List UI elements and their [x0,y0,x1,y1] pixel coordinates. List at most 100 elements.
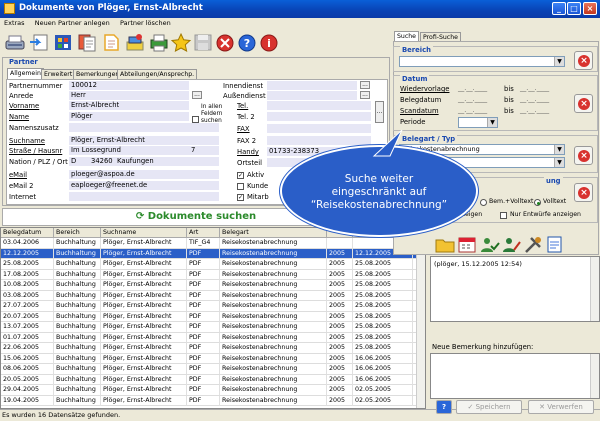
help-icon[interactable]: ? [236,32,258,53]
table-cell: Reisekostenabrechnung [220,322,327,332]
tools-icon[interactable] [522,234,544,255]
notes-toolbar [432,234,600,254]
notes-scrollbar[interactable] [590,257,599,321]
wiedervorlage-to[interactable]: __.__.____ [520,85,549,92]
table-row[interactable]: 27.07.2005 Buchhaltung Plöger, Ernst-Albre… [1,301,417,312]
field-fax[interactable] [267,124,371,133]
checkbox-alle-felder[interactable] [192,116,199,123]
field-aussendienst[interactable] [267,91,357,100]
stack-icon[interactable] [124,32,146,53]
delete-icon[interactable] [214,32,236,53]
field-internet[interactable] [69,192,219,201]
table-row[interactable]: 25.08.2005 Buchhaltung Plöger, Ernst-Albre… [1,259,417,270]
table-row[interactable]: 22.06.2005 Buchhaltung Plöger, Ernst-Albre… [1,343,417,354]
label-vorname: Vorname [9,102,40,110]
value-nation: D [71,157,77,165]
menu-partner-loeschen[interactable]: Partner löschen [116,18,175,29]
volltext-clear-button[interactable]: × [574,183,593,202]
tab-erweitert[interactable]: Erweitert [41,69,76,79]
help-icon[interactable]: ? [436,400,452,414]
field-tel2[interactable] [267,112,371,121]
favorite-star-icon[interactable] [170,32,192,53]
datum-clear-button[interactable]: × [574,94,593,113]
checkbox-kunde[interactable] [237,183,244,190]
innendienst-more-button[interactable]: ... [360,81,370,89]
grid-scrollbar[interactable] [416,228,425,408]
table-row[interactable]: 20.05.2005 Buchhaltung Plöger, Ernst-Albre… [1,374,417,385]
scandatum-to[interactable]: __.__.____ [520,107,549,114]
folder-icon[interactable] [434,234,456,255]
grid-column-header[interactable]: Suchname [101,228,187,238]
menu-neuen-partner[interactable]: Neuen Partner anlegen [31,18,114,29]
radio-bem-volltext[interactable] [480,199,487,206]
checkbox-mitarb[interactable]: ✓ [237,194,244,201]
print-icon[interactable] [148,32,170,53]
table-cell: Reisekostenabrechnung [220,269,327,280]
radio-volltext[interactable] [534,199,541,206]
menu-extras[interactable]: Extras [0,18,29,29]
table-row[interactable]: 03.08.2005 Buchhaltung Plöger, Ernst-Albre… [1,290,417,301]
user-check-icon[interactable] [478,234,500,255]
checkbox-aktiv[interactable]: ✓ [237,172,244,179]
table-cell: PDF [187,353,220,364]
grid-column-header[interactable]: Belegart [220,228,327,238]
field-namenszusatz[interactable] [69,123,219,132]
save-icon[interactable] [192,32,214,53]
document-edit-icon[interactable] [544,234,566,255]
grid-column-header[interactable]: Art [187,228,220,238]
belegart-clear-button[interactable]: × [574,146,593,165]
periode-dropdown[interactable]: ▼ [458,117,498,128]
table-row[interactable]: 08.06.2005 Buchhaltung Plöger, Ernst-Albre… [1,364,417,375]
grid-column-header[interactable]: Bereich [54,228,101,238]
maximize-button[interactable]: □ [567,2,581,15]
speichern-button[interactable]: ✓ Speichern [456,400,522,414]
table-row[interactable]: 19.04.2005 Buchhaltung Plöger, Ernst-Albre… [1,395,417,406]
label-tel: Tel. [237,102,249,110]
field-tel[interactable] [267,101,371,110]
table-row[interactable]: 10.08.2005 Buchhaltung Plöger, Ernst-Albre… [1,280,417,291]
new-note-scrollbar[interactable] [590,354,599,398]
close-button[interactable]: × [583,2,597,15]
bereich-dropdown[interactable]: ▼ [399,56,565,67]
new-note-input[interactable] [430,353,600,399]
table-cell: Plöger, Ernst-Albrecht [101,280,187,290]
field-anrede[interactable] [69,91,189,100]
table-row[interactable]: 29.04.2005 Buchhaltung Plöger, Ernst-Albre… [1,385,417,396]
table-row[interactable]: 17.08.2005 Buchhaltung Plöger, Ernst-Albre… [1,269,417,280]
user-edit-icon[interactable] [500,234,522,255]
tab-allgemein[interactable]: Allgemein [7,68,44,79]
table-row[interactable]: 15.06.2005 Buchhaltung Plöger, Ernst-Albre… [1,353,417,364]
label-aussendienst: Außendienst [223,92,266,100]
tab-bemerkungen[interactable]: Bemerkungen [73,69,123,79]
checkbox-nur-entwuerfe[interactable] [500,212,507,219]
document-icon[interactable] [100,32,122,53]
belegdatum-to[interactable]: __.__.____ [520,96,549,103]
scandatum-from[interactable]: __.__.____ [458,107,487,114]
info-icon[interactable]: i [258,32,280,53]
label-tel2: Tel. 2 [237,113,255,121]
table-row[interactable]: 13.07.2005 Buchhaltung Plöger, Ernst-Albre… [1,322,417,333]
label-fax2: FAX 2 [237,137,257,145]
grid-column-header[interactable]: Belegdatum [1,228,54,238]
bereich-clear-button[interactable]: × [574,51,593,70]
anrede-more-button[interactable]: ... [192,91,202,99]
field-innendienst[interactable] [267,81,357,90]
multi-doc-icon[interactable] [76,32,98,53]
field-fax2[interactable] [267,136,371,145]
minimize-button[interactable]: _ [552,2,566,15]
verwerfen-button[interactable]: ✕ Verwerfen [528,400,594,414]
archive-icon[interactable] [52,32,74,53]
belegdatum-from[interactable]: __.__.____ [458,96,487,103]
table-row[interactable]: 20.07.2005 Buchhaltung Plöger, Ernst-Albre… [1,311,417,322]
table-row[interactable]: 03.04.2006 Buchhaltung Plöger, Ernst-Albre… [1,238,417,249]
table-row[interactable]: 12.12.2005 Buchhaltung Plöger, Ernst-Albre… [1,248,417,259]
table-cell: 20.07.2005 [1,311,54,322]
table-row[interactable]: 01.07.2005 Buchhaltung Plöger, Ernst-Albre… [1,332,417,343]
tel-more-button[interactable]: ... [375,101,384,123]
wiedervorlage-from[interactable]: __.__.____ [458,85,487,92]
aussendienst-more-button[interactable]: ... [360,91,370,99]
scanner-icon[interactable] [4,32,26,53]
import-icon[interactable] [28,32,50,53]
calendar-icon[interactable] [456,234,478,255]
tab-abteilungen[interactable]: Abteilungen/Ansprechp. [117,69,198,79]
